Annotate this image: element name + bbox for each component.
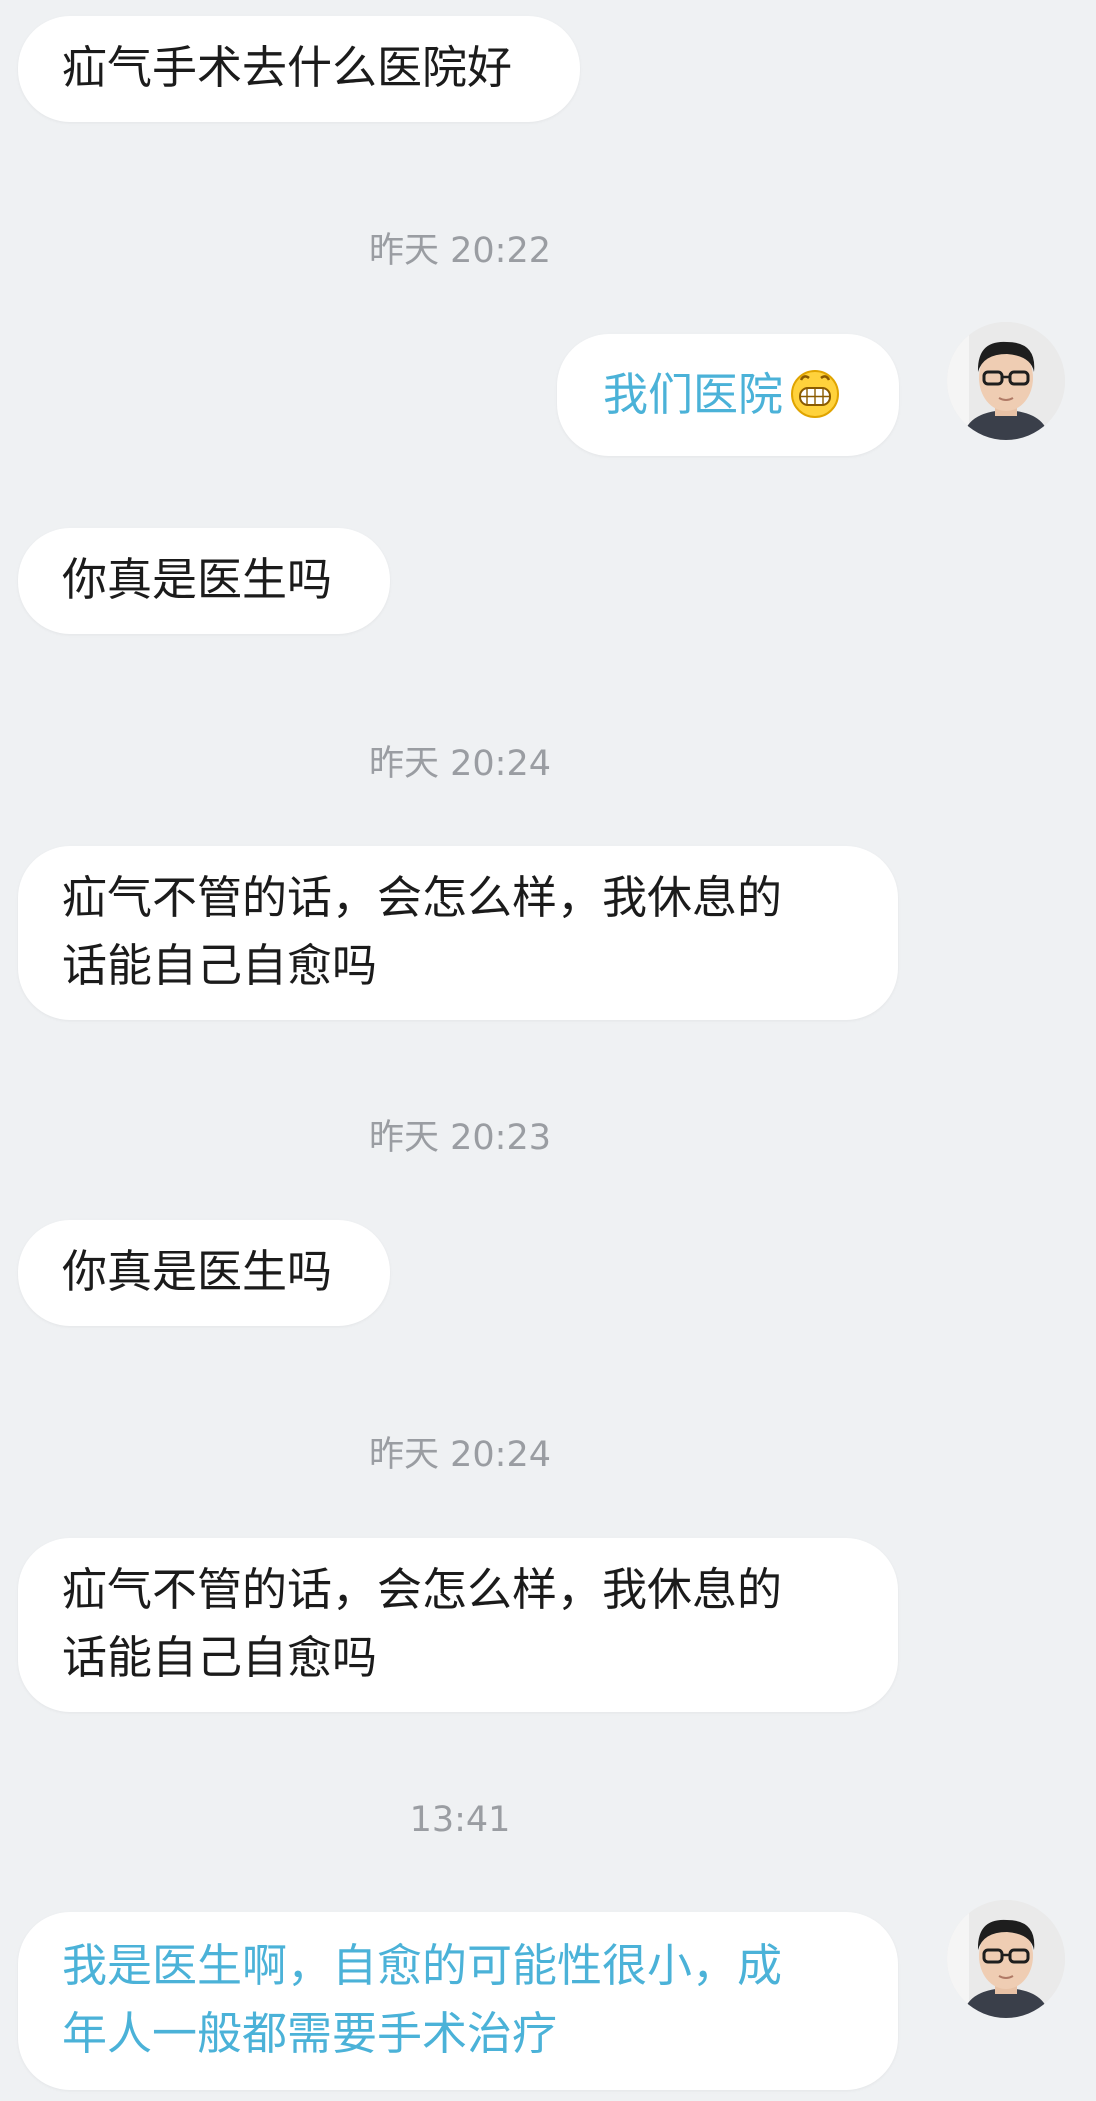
grinning-face-icon — [791, 370, 840, 418]
patient-message-bubble[interactable]: 疝气不管的话，会怎么样，我休息的 话能自己自愈吗 — [18, 846, 898, 1020]
message-text: 我们医院 — [603, 361, 841, 429]
timestamp: 昨天 20:23 — [369, 1118, 551, 1158]
message-text: 你真是医生吗 — [62, 1245, 333, 1298]
timestamp: 昨天 20:22 — [369, 231, 551, 271]
doctor-avatar[interactable] — [947, 322, 1065, 440]
patient-message-bubble[interactable]: 你真是医生吗 — [18, 528, 390, 634]
doctor-message-bubble[interactable]: 我们医院 — [557, 334, 899, 456]
message-text: 你真是医生吗 — [62, 553, 333, 606]
timestamp: 昨天 20:24 — [369, 1435, 551, 1475]
timestamp: 13:41 — [409, 1800, 511, 1840]
message-text: 疝气不管的话，会怎么样，我休息的 话能自己自愈吗 — [62, 1563, 783, 1684]
doctor-message-bubble[interactable]: 我是医生啊，自愈的可能性很小，成 年人一般都需要手术治疗 — [18, 1912, 898, 2090]
message-text: 疝气手术去什么医院好 — [62, 41, 513, 94]
doctor-avatar-image — [947, 1900, 1065, 2018]
patient-message-bubble[interactable]: 疝气手术去什么医院好 — [18, 16, 580, 122]
doctor-avatar[interactable] — [947, 1900, 1065, 2018]
patient-message-bubble[interactable]: 你真是医生吗 — [18, 1220, 390, 1326]
message-text: 我是医生啊，自愈的可能性很小，成 年人一般都需要手术治疗 — [62, 1939, 783, 2060]
doctor-avatar-image — [947, 322, 1065, 440]
message-text: 疝气不管的话，会怎么样，我休息的 话能自己自愈吗 — [62, 871, 783, 992]
patient-message-bubble[interactable]: 疝气不管的话，会怎么样，我休息的 话能自己自愈吗 — [18, 1538, 898, 1712]
timestamp: 昨天 20:24 — [369, 744, 551, 784]
